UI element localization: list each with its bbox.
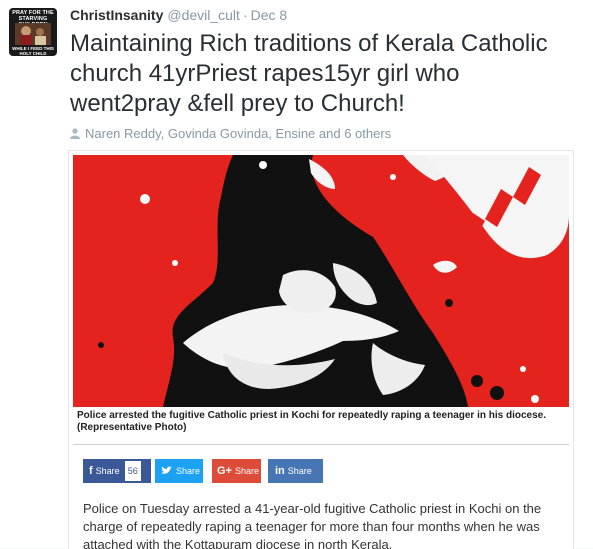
googleplus-share-label: Share [234, 466, 260, 476]
twitter-icon [161, 466, 172, 474]
linkedin-share-button[interactable]: in Share [268, 459, 323, 483]
linkedin-share-label: Share [287, 466, 312, 476]
facebook-share-button[interactable]: f Share 56 [83, 459, 151, 483]
article-card[interactable]: Police arrested the fugitive Catholic pr… [68, 150, 574, 549]
retweeted-by[interactable]: Naren Reddy, Govinda Govinda, Ensine and… [70, 126, 391, 141]
photo-caption: Police arrested the fugitive Catholic pr… [77, 410, 547, 433]
person-icon [70, 128, 80, 139]
tweet-text: Maintaining Rich traditions of Kerala Ca… [70, 30, 548, 117]
facebook-icon: f [89, 465, 93, 477]
header-separator: · [242, 7, 248, 23]
googleplus-icon: G+ [217, 465, 232, 477]
tweet-header: ChristInsanity @devil_cult · Dec 8 [70, 7, 287, 23]
caption-divider [73, 444, 569, 445]
avatar-figure-icon [15, 23, 51, 45]
linkedin-icon: in [275, 465, 285, 477]
twitter-share-button[interactable]: Share [155, 459, 203, 483]
article-body: Police on Tuesday arrested a 41-year-old… [83, 501, 542, 549]
article-illustration [73, 155, 569, 407]
author-name[interactable]: ChristInsanity [70, 7, 163, 23]
retweeted-by-names: Naren Reddy, Govinda Govinda, Ensine and… [85, 126, 392, 141]
twitter-share-label: Share [176, 466, 201, 476]
avatar[interactable]: PRAY FOR THE STARVING CHILDREN WHILE I F… [9, 8, 57, 56]
googleplus-share-button[interactable]: G+ Share [212, 459, 261, 483]
tweet-date[interactable]: Dec 8 [251, 7, 288, 23]
article-photo[interactable] [73, 155, 569, 549]
facebook-share-label: Share [95, 466, 120, 476]
facebook-share-count: 56 [124, 461, 141, 481]
author-handle[interactable]: @devil_cult [167, 7, 240, 23]
avatar-caption-bottom: WHILE I FEED THIS HOLY CHILD [12, 46, 54, 56]
tweet: PRAY FOR THE STARVING CHILDREN WHILE I F… [0, 0, 593, 549]
